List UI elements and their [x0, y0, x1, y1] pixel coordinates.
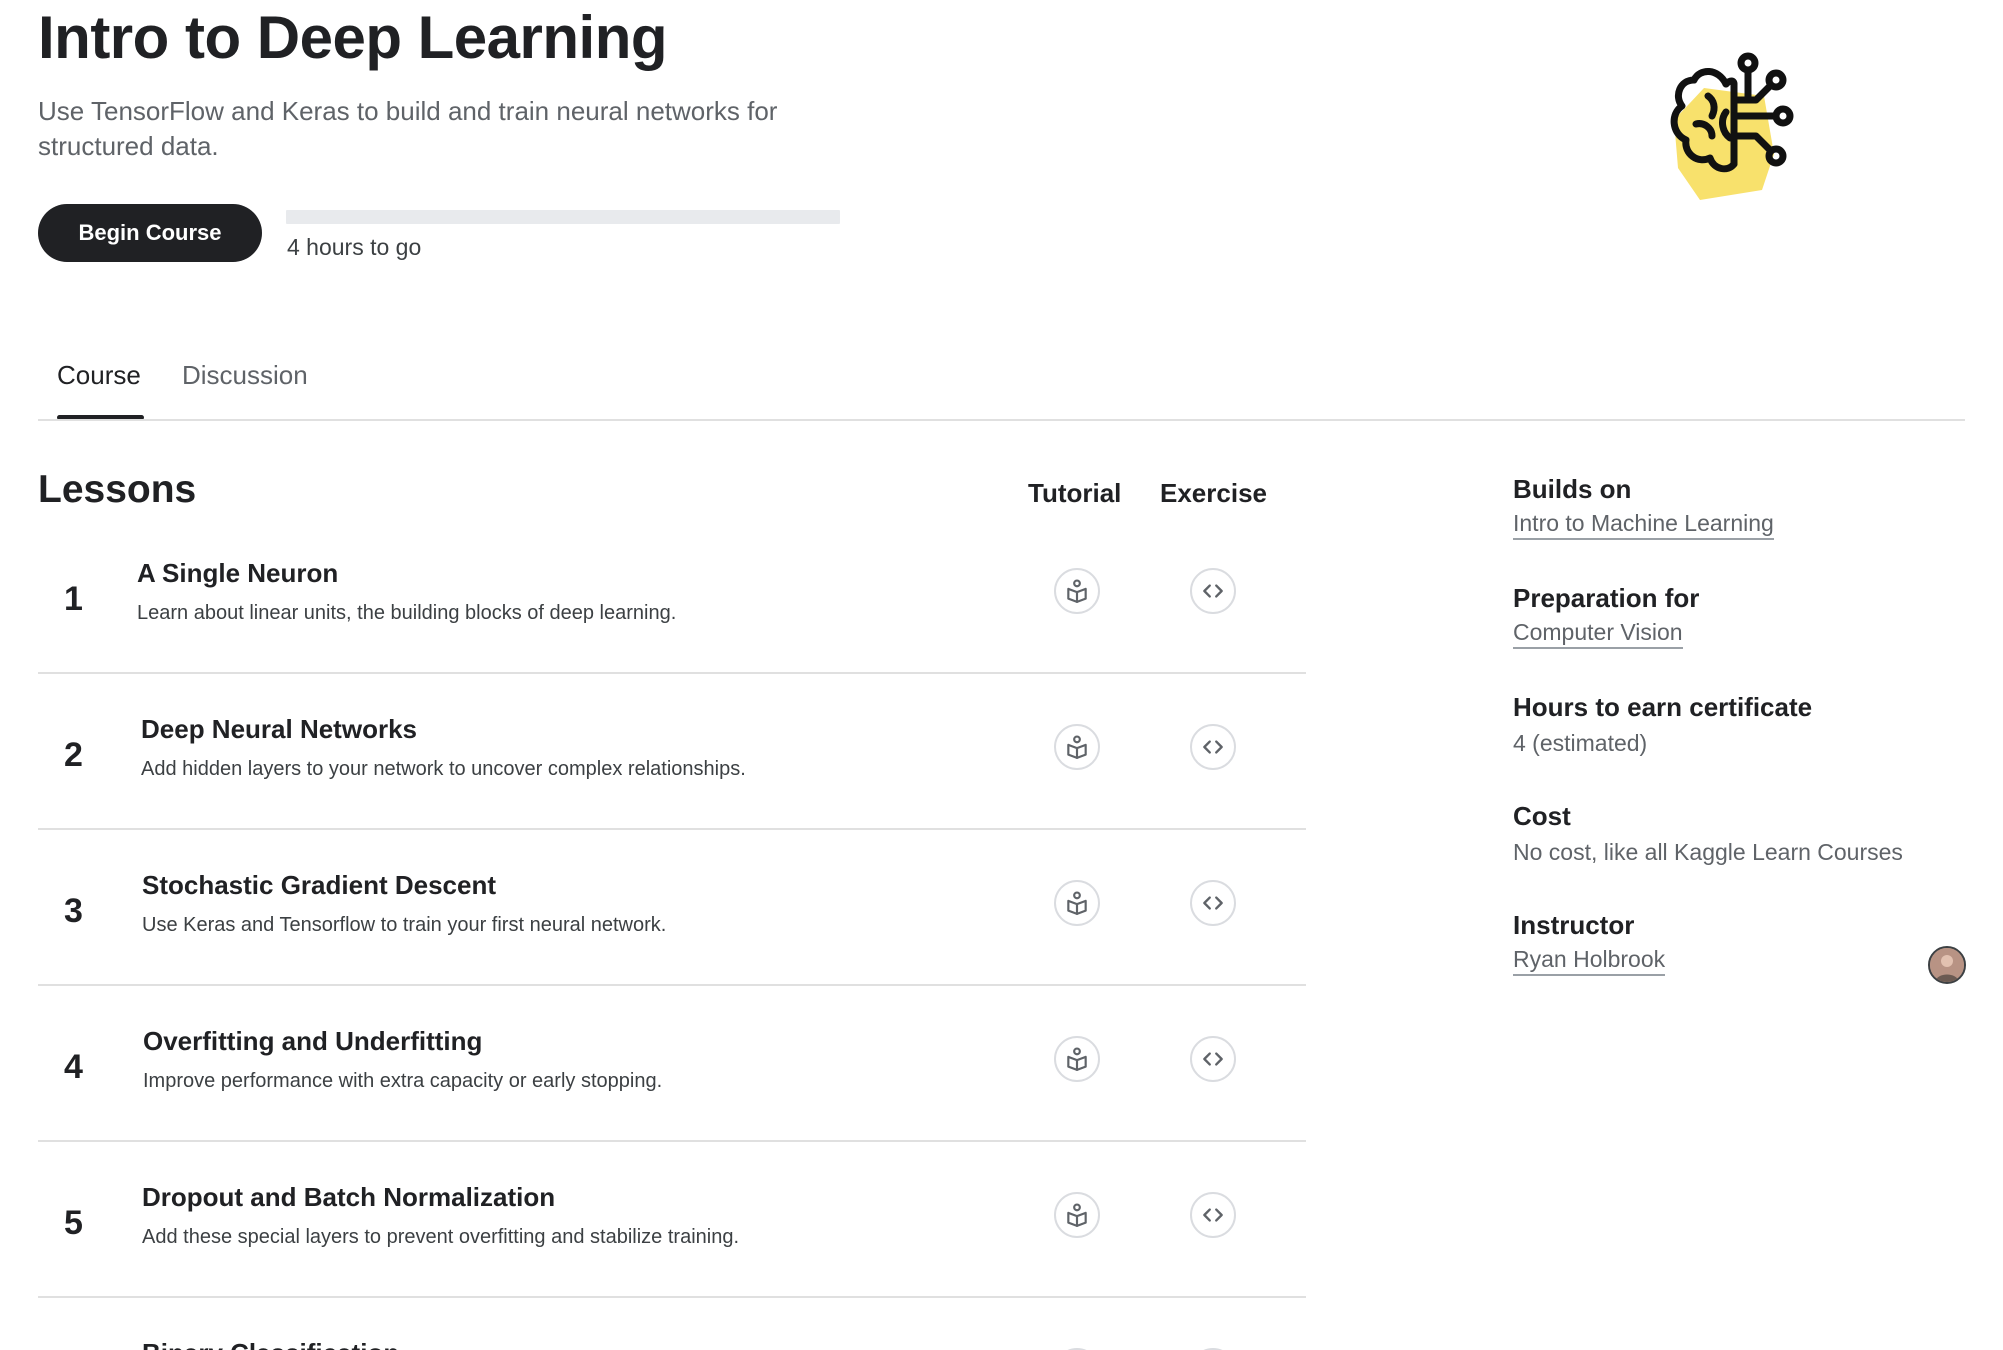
- tutorial-button[interactable]: [1054, 1036, 1100, 1082]
- exercise-button[interactable]: [1190, 568, 1236, 614]
- exercise-column-header: Exercise: [1160, 478, 1267, 508]
- lesson-description: Add hidden layers to your network to unc…: [141, 758, 746, 780]
- lesson-number: 5: [64, 1204, 83, 1242]
- exercise-button[interactable]: [1190, 724, 1236, 770]
- cost-value: No cost, like all Kaggle Learn Courses: [1513, 839, 1903, 865]
- code-brackets-icon: [1203, 1208, 1223, 1222]
- tab-discussion-label: Discussion: [182, 360, 308, 390]
- instructor-label: Instructor: [1513, 910, 1635, 940]
- lesson-title[interactable]: Binary Classification: [142, 1338, 399, 1350]
- tab-course[interactable]: Course: [57, 360, 144, 420]
- lesson-row: 6 Binary Classification: [38, 1298, 1306, 1350]
- exercise-button[interactable]: [1190, 1192, 1236, 1238]
- course-progress-bar: [286, 210, 840, 224]
- builds-on-section: Builds on Intro to Machine Learning: [1513, 472, 1953, 540]
- tutorial-button[interactable]: [1054, 1192, 1100, 1238]
- lesson-number: 3: [64, 892, 83, 930]
- code-brackets-icon: [1203, 1052, 1223, 1066]
- tutorial-button[interactable]: [1054, 568, 1100, 614]
- lesson-number: 4: [64, 1048, 83, 1086]
- lesson-row: 2 Deep Neural Networks Add hidden layers…: [38, 674, 1306, 830]
- lesson-row: 3 Stochastic Gradient Descent Use Keras …: [38, 830, 1306, 986]
- hours-value: 4 (estimated): [1513, 730, 1648, 756]
- lesson-number: 1: [64, 580, 83, 618]
- lesson-row: 5 Dropout and Batch Normalization Add th…: [38, 1142, 1306, 1298]
- lesson-title[interactable]: Dropout and Batch Normalization: [142, 1182, 555, 1213]
- tutorial-button[interactable]: [1054, 724, 1100, 770]
- brain-circuit-icon: [1652, 40, 1828, 216]
- code-brackets-icon: [1203, 740, 1223, 754]
- book-reader-icon: [1067, 579, 1087, 603]
- page-title: Intro to Deep Learning: [38, 4, 668, 71]
- builds-on-link[interactable]: Intro to Machine Learning: [1513, 508, 1774, 540]
- hours-label: Hours to earn certificate: [1513, 692, 1813, 722]
- code-brackets-icon: [1203, 896, 1223, 910]
- exercise-button[interactable]: [1190, 880, 1236, 926]
- book-reader-icon: [1067, 735, 1087, 759]
- lesson-title[interactable]: Deep Neural Networks: [141, 714, 417, 745]
- tutorial-column-header: Tutorial: [1028, 478, 1122, 508]
- lesson-description: Learn about linear units, the building b…: [137, 602, 677, 624]
- preparation-link[interactable]: Computer Vision: [1513, 617, 1683, 649]
- lesson-description: Use Keras and Tensorflow to train your f…: [142, 914, 667, 936]
- lesson-title[interactable]: Overfitting and Underfitting: [143, 1026, 482, 1057]
- lesson-row: 4 Overfitting and Underfitting Improve p…: [38, 986, 1306, 1142]
- lessons-heading: Lessons: [38, 468, 197, 511]
- code-brackets-icon: [1203, 584, 1223, 598]
- tutorial-button[interactable]: [1054, 880, 1100, 926]
- hours-section: Hours to earn certificate 4 (estimated): [1513, 690, 1953, 760]
- cost-label: Cost: [1513, 801, 1571, 831]
- book-reader-icon: [1067, 891, 1087, 915]
- lesson-number: 2: [64, 736, 83, 774]
- cost-section: Cost No cost, like all Kaggle Learn Cour…: [1513, 799, 1953, 869]
- lesson-title[interactable]: A Single Neuron: [137, 558, 338, 589]
- tabs-divider: [38, 419, 1965, 421]
- book-reader-icon: [1067, 1047, 1087, 1071]
- lesson-description: Add these special layers to prevent over…: [142, 1226, 740, 1248]
- builds-on-label: Builds on: [1513, 474, 1632, 504]
- lesson-title[interactable]: Stochastic Gradient Descent: [142, 870, 496, 901]
- lesson-row: 1 A Single Neuron Learn about linear uni…: [38, 518, 1306, 674]
- book-reader-icon: [1067, 1203, 1087, 1227]
- progress-text: 4 hours to go: [287, 234, 422, 260]
- begin-course-button[interactable]: Begin Course: [38, 204, 262, 262]
- tab-course-label: Course: [57, 360, 141, 390]
- course-page: Intro to Deep Learning Use TensorFlow an…: [0, 0, 2003, 1350]
- instructor-section: Instructor Ryan Holbrook: [1513, 908, 1953, 976]
- instructor-avatar[interactable]: [1928, 946, 1966, 984]
- course-subtitle: Use TensorFlow and Keras to build and tr…: [38, 96, 778, 161]
- tab-discussion[interactable]: Discussion: [182, 360, 308, 420]
- preparation-section: Preparation for Computer Vision: [1513, 581, 1953, 649]
- instructor-link[interactable]: Ryan Holbrook: [1513, 944, 1666, 976]
- lesson-description: Improve performance with extra capacity …: [143, 1070, 663, 1092]
- exercise-button[interactable]: [1190, 1036, 1236, 1082]
- preparation-label: Preparation for: [1513, 583, 1700, 613]
